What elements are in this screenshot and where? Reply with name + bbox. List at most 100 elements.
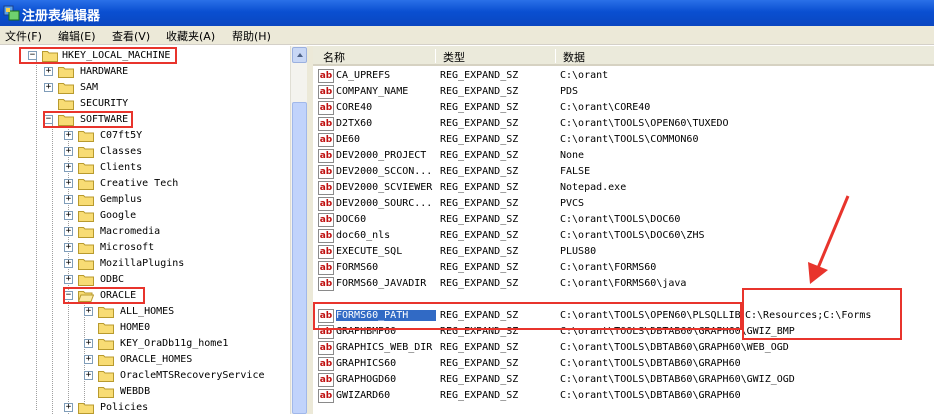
tree-node-key-oradb11g-home1[interactable]: + KEY_OraDb11g_home1 [0, 336, 290, 352]
tree-label: Microsoft [100, 242, 155, 253]
column-header-name[interactable]: 名称 [323, 49, 345, 65]
tree-node-microsoft[interactable]: + Microsoft [0, 240, 290, 256]
tree-node-webdb[interactable]: WEBDB [0, 384, 290, 400]
value-data: C:\orant\TOOLS\DBTAB60\GRAPH60\WEB_OGD [560, 342, 789, 353]
expand-icon[interactable]: + [64, 403, 73, 412]
expand-icon[interactable]: + [44, 83, 53, 92]
menu-help[interactable]: 帮助(H) [232, 28, 271, 44]
value-data: C:\orant\FORMS60\java [560, 278, 687, 289]
column-header-type[interactable]: 类型 [443, 49, 465, 65]
expand-icon[interactable]: + [64, 259, 73, 268]
value-data: C:\orant\TOOLS\OPEN60\TUXEDO [560, 118, 729, 129]
table-row[interactable]: ab GRAPHOGD60 REG_EXPAND_SZ C:\orant\TOO… [313, 372, 934, 388]
tree-node-mozillaplugins[interactable]: + MozillaPlugins [0, 256, 290, 272]
highlight-box-hklm [19, 47, 177, 64]
value-data: C:\orant\TOOLS\DOC60 [560, 214, 681, 225]
tree-label: KEY_OraDb11g_home1 [120, 338, 229, 349]
tree-node-creative-tech[interactable]: + Creative Tech [0, 176, 290, 192]
expand-icon[interactable]: + [64, 179, 73, 188]
tree-node-gemplus[interactable]: + Gemplus [0, 192, 290, 208]
table-row[interactable]: ab DEV2000_SCCON... REG_EXPAND_SZ FALSE [313, 164, 934, 180]
tree-label: C07ft5Y [100, 130, 143, 141]
tree-node-home0[interactable]: HOME0 [0, 320, 290, 336]
string-value-icon: ab [318, 117, 334, 131]
folder-icon [98, 339, 114, 350]
table-row[interactable]: ab CORE40 REG_EXPAND_SZ C:\orant\CORE40 [313, 100, 934, 116]
expand-icon[interactable]: + [64, 211, 73, 220]
column-divider[interactable] [555, 49, 556, 63]
menu-favorites[interactable]: 收藏夹(A) [166, 28, 215, 44]
tree-label: ODBC [100, 274, 125, 285]
folder-icon [78, 147, 94, 158]
tree-label: HOME0 [120, 322, 151, 333]
tree-node-macromedia[interactable]: + Macromedia [0, 224, 290, 240]
menu-edit[interactable]: 编辑(E) [58, 28, 96, 44]
registry-tree[interactable]: − HKEY_LOCAL_MACHINE + HARDWARE + SAM SE… [0, 46, 290, 414]
tree-label: Google [100, 210, 137, 221]
value-data: PVCS [560, 198, 585, 209]
menu-file[interactable]: 文件(F) [5, 28, 42, 44]
highlight-box-forms60-path [313, 302, 742, 330]
table-row[interactable]: ab GWIZARD60 REG_EXPAND_SZ C:\orant\TOOL… [313, 388, 934, 404]
value-name: GRAPHOGD60 [336, 374, 397, 385]
tree-node-oracle[interactable]: − ORACLE [0, 288, 290, 304]
tree-node-oraclemtsrecoveryservice[interactable]: + OracleMTSRecoveryService [0, 368, 290, 384]
tree-node-policies[interactable]: + Policies [0, 400, 290, 414]
table-row[interactable]: ab DEV2000_PROJECT REG_EXPAND_SZ None [313, 148, 934, 164]
expand-icon[interactable]: + [64, 243, 73, 252]
table-row[interactable]: ab DE60 REG_EXPAND_SZ C:\orant\TOOLS\COM… [313, 132, 934, 148]
tree-label: Classes [100, 146, 143, 157]
table-row[interactable]: ab D2TX60 REG_EXPAND_SZ C:\orant\TOOLS\O… [313, 116, 934, 132]
tree-node-oracle-homes[interactable]: + ORACLE_HOMES [0, 352, 290, 368]
tree-label: SAM [80, 82, 99, 93]
expand-icon[interactable]: + [64, 131, 73, 140]
menu-bar: 文件(F) 编辑(E) 查看(V) 收藏夹(A) 帮助(H) [0, 26, 934, 45]
tree-node-c07ft5y[interactable]: + C07ft5Y [0, 128, 290, 144]
tree-node-odbc[interactable]: + ODBC [0, 272, 290, 288]
menu-view[interactable]: 查看(V) [112, 28, 150, 44]
string-value-icon: ab [318, 213, 334, 227]
expand-icon[interactable]: + [64, 147, 73, 156]
tree-label: ORACLE_HOMES [120, 354, 193, 365]
tree-node-google[interactable]: + Google [0, 208, 290, 224]
tree-label: ALL_HOMES [120, 306, 175, 317]
value-type: REG_EXPAND_SZ [440, 118, 519, 129]
tree-node-security[interactable]: SECURITY [0, 96, 290, 112]
tree-node-sam[interactable]: + SAM [0, 80, 290, 96]
scroll-thumb[interactable] [292, 102, 307, 414]
table-row[interactable]: ab CA_UPREFS REG_EXPAND_SZ C:\orant [313, 68, 934, 84]
table-row[interactable]: ab GRAPHICS_WEB_DIR REG_EXPAND_SZ C:\ora… [313, 340, 934, 356]
expand-icon[interactable]: + [64, 195, 73, 204]
value-type: REG_EXPAND_SZ [440, 182, 519, 193]
expand-icon[interactable]: + [64, 275, 73, 284]
expand-icon[interactable]: + [84, 371, 93, 380]
tree-scrollbar[interactable] [290, 46, 307, 414]
title-bar[interactable]: 注册表编辑器 [0, 0, 934, 26]
expand-icon[interactable]: + [84, 307, 93, 316]
value-type: REG_EXPAND_SZ [440, 262, 519, 273]
window-title: 注册表编辑器 [22, 9, 101, 24]
value-name: COMPANY_NAME [336, 86, 409, 97]
table-row[interactable]: ab COMPANY_NAME REG_EXPAND_SZ PDS [313, 84, 934, 100]
value-type: REG_EXPAND_SZ [440, 214, 519, 225]
table-row[interactable]: ab GRAPHICS60 REG_EXPAND_SZ C:\orant\TOO… [313, 356, 934, 372]
tree-node-classes[interactable]: + Classes [0, 144, 290, 160]
expand-icon[interactable]: + [44, 67, 53, 76]
tree-node-all-homes[interactable]: + ALL_HOMES [0, 304, 290, 320]
column-header-data[interactable]: 数据 [563, 49, 585, 65]
expand-icon[interactable]: + [84, 355, 93, 364]
value-data: PLUS80 [560, 246, 597, 257]
value-name: GWIZARD60 [336, 390, 391, 401]
string-value-icon: ab [318, 373, 334, 387]
expand-icon[interactable]: + [84, 339, 93, 348]
column-divider[interactable] [435, 49, 436, 63]
highlight-box-oracle [63, 287, 145, 304]
expand-icon[interactable]: + [64, 163, 73, 172]
tree-node-clients[interactable]: + Clients [0, 160, 290, 176]
string-value-icon: ab [318, 245, 334, 259]
folder-icon [98, 371, 114, 382]
tree-node-hardware[interactable]: + HARDWARE [0, 64, 290, 80]
scroll-up-icon[interactable] [292, 47, 307, 63]
expand-icon[interactable]: + [64, 227, 73, 236]
value-type: REG_EXPAND_SZ [440, 198, 519, 209]
